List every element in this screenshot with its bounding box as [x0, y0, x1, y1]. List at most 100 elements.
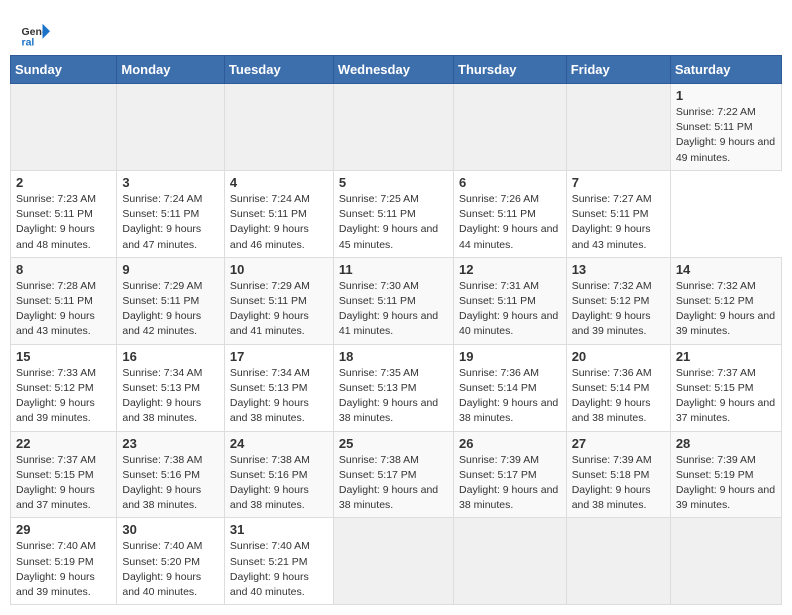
day-info: Sunrise: 7:36 AMSunset: 5:14 PMDaylight:… — [459, 367, 558, 425]
day-number: 17 — [230, 349, 328, 364]
calendar-day-cell: 27Sunrise: 7:39 AMSunset: 5:18 PMDayligh… — [566, 431, 670, 518]
day-number: 24 — [230, 436, 328, 451]
calendar-day-cell: 11Sunrise: 7:30 AMSunset: 5:11 PMDayligh… — [333, 257, 453, 344]
day-info: Sunrise: 7:22 AMSunset: 5:11 PMDaylight:… — [676, 106, 775, 164]
day-number: 7 — [572, 175, 665, 190]
empty-cell — [224, 84, 333, 171]
calendar-week-row: 1 Sunrise: 7:22 AMSunset: 5:11 PMDaylight… — [11, 84, 782, 171]
calendar-header-row: SundayMondayTuesdayWednesdayThursdayFrid… — [11, 56, 782, 84]
day-info: Sunrise: 7:38 AMSunset: 5:16 PMDaylight:… — [122, 454, 202, 512]
calendar-day-cell — [333, 518, 453, 605]
calendar-day-cell: 15 Sunrise: 7:33 AMSunset: 5:12 PMDayligh… — [11, 344, 117, 431]
calendar-day-cell: 18Sunrise: 7:35 AMSunset: 5:13 PMDayligh… — [333, 344, 453, 431]
calendar-day-cell: 3Sunrise: 7:24 AMSunset: 5:11 PMDaylight… — [117, 170, 225, 257]
day-number: 29 — [16, 522, 111, 537]
calendar-day-cell: 23 Sunrise: 7:38 AMSunset: 5:16 PMDayligh… — [117, 431, 225, 518]
day-number: 12 — [459, 262, 561, 277]
day-info: Sunrise: 7:32 AMSunset: 5:12 PMDaylight:… — [572, 280, 652, 338]
calendar-day-cell: 8 Sunrise: 7:28 AMSunset: 5:11 PMDaylight… — [11, 257, 117, 344]
day-number: 19 — [459, 349, 561, 364]
day-number: 23 — [122, 436, 219, 451]
day-number: 4 — [230, 175, 328, 190]
day-info: Sunrise: 7:23 AMSunset: 5:11 PMDaylight:… — [16, 193, 96, 251]
day-number: 9 — [122, 262, 219, 277]
svg-text:ral: ral — [22, 37, 35, 49]
calendar-day-cell — [670, 518, 781, 605]
day-number: 25 — [339, 436, 448, 451]
calendar-week-row: 8 Sunrise: 7:28 AMSunset: 5:11 PMDaylight… — [11, 257, 782, 344]
calendar-day-cell — [454, 518, 567, 605]
day-info: Sunrise: 7:24 AMSunset: 5:11 PMDaylight:… — [122, 193, 202, 251]
day-number: 5 — [339, 175, 448, 190]
day-info: Sunrise: 7:33 AMSunset: 5:12 PMDaylight:… — [16, 367, 96, 425]
calendar-day-cell: 21Sunrise: 7:37 AMSunset: 5:15 PMDayligh… — [670, 344, 781, 431]
empty-cell — [333, 84, 453, 171]
logo: Gene ral — [20, 20, 54, 50]
day-header-wednesday: Wednesday — [333, 56, 453, 84]
calendar-body: 1 Sunrise: 7:22 AMSunset: 5:11 PMDaylight… — [11, 84, 782, 605]
day-header-thursday: Thursday — [454, 56, 567, 84]
day-info: Sunrise: 7:28 AMSunset: 5:11 PMDaylight:… — [16, 280, 96, 338]
day-info: Sunrise: 7:37 AMSunset: 5:15 PMDaylight:… — [16, 454, 96, 512]
calendar-day-cell: 28Sunrise: 7:39 AMSunset: 5:19 PMDayligh… — [670, 431, 781, 518]
calendar-day-cell: 7 Sunrise: 7:27 AMSunset: 5:11 PMDaylight… — [566, 170, 670, 257]
calendar-day-cell: 1 Sunrise: 7:22 AMSunset: 5:11 PMDaylight… — [670, 84, 781, 171]
calendar-day-cell: 30Sunrise: 7:40 AMSunset: 5:20 PMDayligh… — [117, 518, 225, 605]
day-number: 15 — [16, 349, 111, 364]
calendar-day-cell — [566, 518, 670, 605]
day-header-monday: Monday — [117, 56, 225, 84]
empty-cell — [117, 84, 225, 171]
calendar-week-row: 22 Sunrise: 7:37 AMSunset: 5:15 PMDayligh… — [11, 431, 782, 518]
day-number: 22 — [16, 436, 111, 451]
day-info: Sunrise: 7:31 AMSunset: 5:11 PMDaylight:… — [459, 280, 558, 338]
day-number: 20 — [572, 349, 665, 364]
day-number: 10 — [230, 262, 328, 277]
calendar-day-cell: 10 Sunrise: 7:29 AMSunset: 5:11 PMDayligh… — [224, 257, 333, 344]
day-info: Sunrise: 7:24 AMSunset: 5:11 PMDaylight:… — [230, 193, 310, 251]
day-info: Sunrise: 7:40 AMSunset: 5:19 PMDaylight:… — [16, 540, 96, 598]
day-info: Sunrise: 7:40 AMSunset: 5:21 PMDaylight:… — [230, 540, 310, 598]
calendar-day-cell: 25 Sunrise: 7:38 AMSunset: 5:17 PMDayligh… — [333, 431, 453, 518]
day-number: 2 — [16, 175, 111, 190]
day-number: 1 — [676, 88, 776, 103]
calendar-day-cell: 31 Sunrise: 7:40 AMSunset: 5:21 PMDayligh… — [224, 518, 333, 605]
day-info: Sunrise: 7:29 AMSunset: 5:11 PMDaylight:… — [230, 280, 310, 338]
day-number: 8 — [16, 262, 111, 277]
day-number: 28 — [676, 436, 776, 451]
day-header-sunday: Sunday — [11, 56, 117, 84]
calendar-week-row: 15 Sunrise: 7:33 AMSunset: 5:12 PMDayligh… — [11, 344, 782, 431]
logo-icon: Gene ral — [20, 20, 50, 50]
calendar-day-cell: 26Sunrise: 7:39 AMSunset: 5:17 PMDayligh… — [454, 431, 567, 518]
calendar-day-cell: 20 Sunrise: 7:36 AMSunset: 5:14 PMDayligh… — [566, 344, 670, 431]
day-info: Sunrise: 7:38 AMSunset: 5:17 PMDaylight:… — [339, 454, 438, 512]
day-number: 6 — [459, 175, 561, 190]
day-info: Sunrise: 7:25 AMSunset: 5:11 PMDaylight:… — [339, 193, 438, 251]
day-number: 21 — [676, 349, 776, 364]
calendar-day-cell: 13Sunrise: 7:32 AMSunset: 5:12 PMDayligh… — [566, 257, 670, 344]
calendar-day-cell: 17 Sunrise: 7:34 AMSunset: 5:13 PMDayligh… — [224, 344, 333, 431]
day-info: Sunrise: 7:27 AMSunset: 5:11 PMDaylight:… — [572, 193, 652, 251]
day-info: Sunrise: 7:36 AMSunset: 5:14 PMDaylight:… — [572, 367, 652, 425]
empty-cell — [454, 84, 567, 171]
day-number: 31 — [230, 522, 328, 537]
day-number: 11 — [339, 262, 448, 277]
day-number: 30 — [122, 522, 219, 537]
day-info: Sunrise: 7:29 AMSunset: 5:11 PMDaylight:… — [122, 280, 202, 338]
day-info: Sunrise: 7:35 AMSunset: 5:13 PMDaylight:… — [339, 367, 438, 425]
calendar-table: SundayMondayTuesdayWednesdayThursdayFrid… — [10, 55, 782, 605]
day-info: Sunrise: 7:34 AMSunset: 5:13 PMDaylight:… — [230, 367, 310, 425]
calendar-day-cell: 16Sunrise: 7:34 AMSunset: 5:13 PMDayligh… — [117, 344, 225, 431]
day-info: Sunrise: 7:38 AMSunset: 5:16 PMDaylight:… — [230, 454, 310, 512]
day-number: 27 — [572, 436, 665, 451]
day-header-friday: Friday — [566, 56, 670, 84]
day-number: 14 — [676, 262, 776, 277]
calendar-day-cell: 22 Sunrise: 7:37 AMSunset: 5:15 PMDayligh… — [11, 431, 117, 518]
calendar-day-cell: 14 Sunrise: 7:32 AMSunset: 5:12 PMDayligh… — [670, 257, 781, 344]
calendar-day-cell: 4 Sunrise: 7:24 AMSunset: 5:11 PMDaylight… — [224, 170, 333, 257]
day-header-tuesday: Tuesday — [224, 56, 333, 84]
day-header-saturday: Saturday — [670, 56, 781, 84]
day-number: 16 — [122, 349, 219, 364]
day-info: Sunrise: 7:32 AMSunset: 5:12 PMDaylight:… — [676, 280, 775, 338]
day-info: Sunrise: 7:39 AMSunset: 5:17 PMDaylight:… — [459, 454, 558, 512]
calendar-day-cell: 24 Sunrise: 7:38 AMSunset: 5:16 PMDayligh… — [224, 431, 333, 518]
